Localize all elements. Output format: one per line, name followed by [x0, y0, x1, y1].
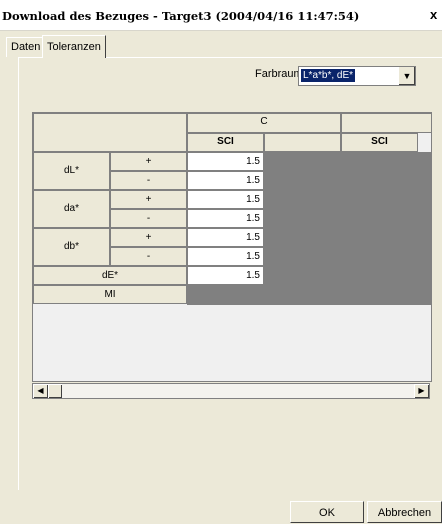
tolerance-value-cell[interactable]: 1.5 [187, 190, 264, 209]
window-title: Download des Bezuges - Target3 (2004/04/… [2, 9, 360, 23]
column-group-header [341, 113, 431, 133]
tab-daten[interactable]: Daten [6, 37, 46, 57]
tolerance-value-cell[interactable]: 1.5 [187, 266, 264, 285]
scroll-left-icon[interactable]: ◀ [33, 384, 48, 398]
column-group-header: C [187, 113, 341, 133]
farbraum-label: Farbraum [255, 68, 303, 80]
tolerance-value-cell[interactable]: 1.5 [187, 209, 264, 228]
row-sign-label: + [110, 190, 187, 209]
close-icon[interactable]: x [430, 8, 442, 22]
title-bar: Download des Bezuges - Target3 (2004/04/… [0, 0, 442, 31]
disabled-cells [187, 285, 431, 305]
corner-header [33, 113, 187, 152]
tolerance-value-cell[interactable]: 1.5 [187, 171, 264, 190]
tolerance-value-cell[interactable]: 1.5 [187, 247, 264, 266]
row-sign-label: - [110, 209, 187, 228]
row-sign-label: - [110, 171, 187, 190]
farbraum-select[interactable]: L*a*b*, dE* ▼ [298, 66, 416, 86]
row-sign-label: - [110, 247, 187, 266]
row-sign-label: + [110, 152, 187, 171]
tolerance-value-cell[interactable]: 1.5 [187, 228, 264, 247]
row-group-label: da* [33, 190, 110, 228]
row-label-mi: MI [33, 285, 187, 304]
cancel-button[interactable]: Abbrechen [367, 501, 442, 523]
tolerance-table: C SCI SCI dL* da* db* + - + - + - dE* MI… [32, 112, 432, 382]
row-group-label: db* [33, 228, 110, 266]
sub-header-sci: SCI [187, 133, 264, 152]
tab-toleranzen[interactable]: Toleranzen [42, 35, 106, 58]
tolerance-value-cell[interactable]: 1.5 [187, 152, 264, 171]
horizontal-scrollbar[interactable]: ◀ ▶ [32, 383, 430, 399]
sub-header [264, 133, 341, 152]
disabled-cells [264, 266, 431, 285]
scroll-right-icon[interactable]: ▶ [414, 384, 429, 398]
scroll-thumb[interactable] [48, 384, 62, 398]
ok-button[interactable]: OK [290, 501, 364, 523]
row-group-label: dL* [33, 152, 110, 190]
row-label-de: dE* [33, 266, 187, 285]
row-sign-label: + [110, 228, 187, 247]
sub-header-sci: SCI [341, 133, 418, 152]
chevron-down-icon[interactable]: ▼ [398, 67, 415, 85]
farbraum-selected-value: L*a*b*, dE* [301, 69, 356, 82]
